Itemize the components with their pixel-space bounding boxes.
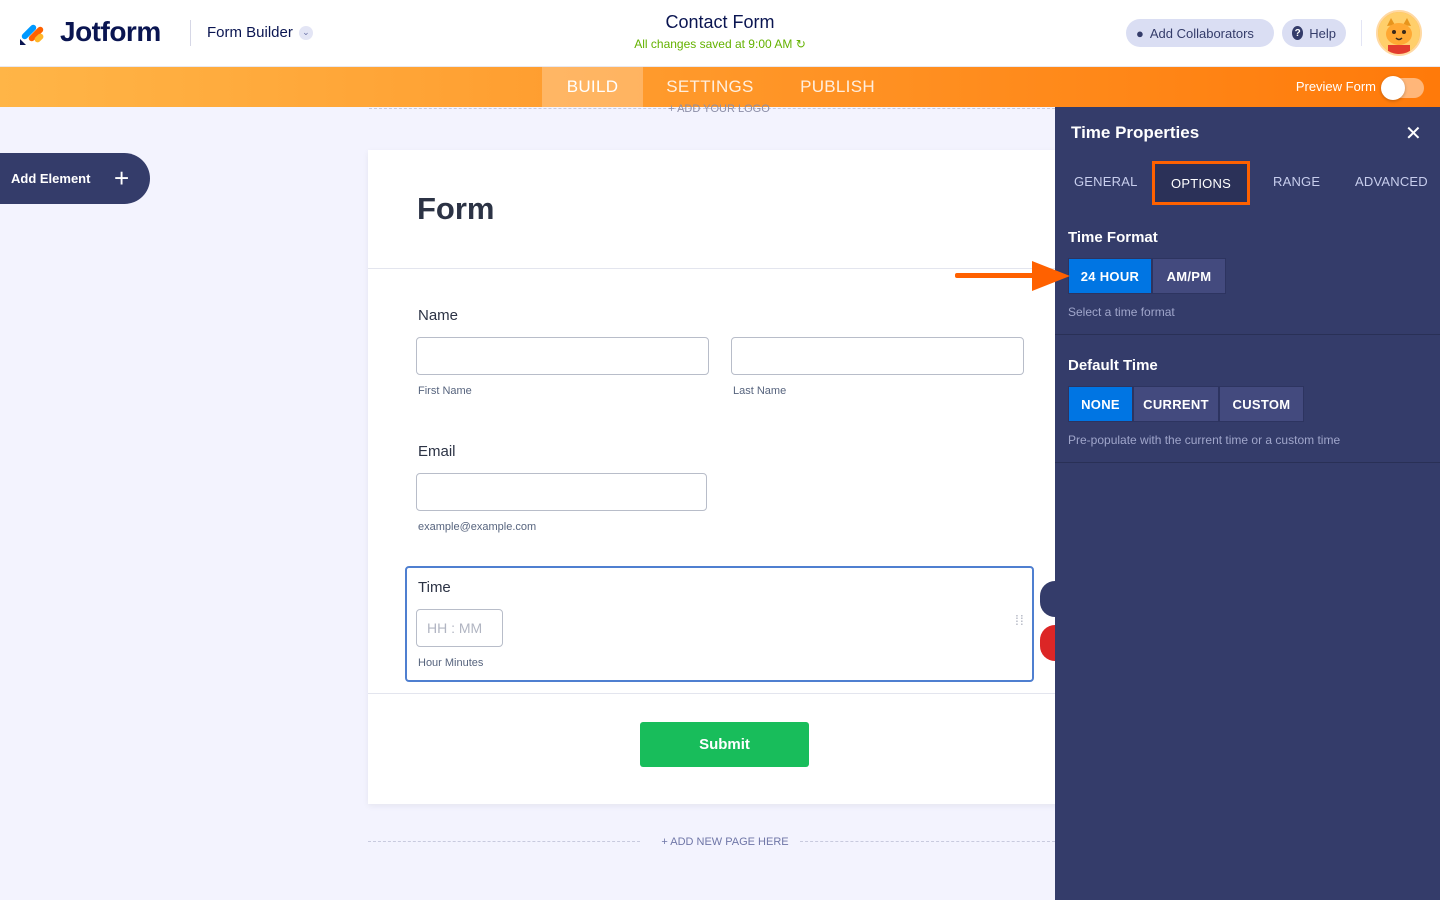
last-name-sublabel: Last Name xyxy=(733,385,787,397)
preview-form-label: Preview Form xyxy=(1295,79,1376,94)
form-builder-label: Form Builder xyxy=(207,24,293,41)
form-builder-dropdown[interactable]: Form Builder ⌄ xyxy=(207,24,313,41)
time-format-title: Time Format xyxy=(1068,229,1158,246)
callout-arrow-shaft xyxy=(955,273,1035,278)
time-format-hint: Select a time format xyxy=(1068,305,1175,319)
time-input[interactable] xyxy=(416,609,503,647)
heading-divider xyxy=(368,268,1055,269)
time-format-am-pm[interactable]: AM/PM xyxy=(1152,258,1226,294)
time-sublabel: Hour Minutes xyxy=(418,657,484,669)
header-divider-right xyxy=(1361,20,1362,46)
tab-range[interactable]: RANGE xyxy=(1273,174,1320,189)
submit-button[interactable]: Submit xyxy=(640,722,809,767)
email-sublabel: example@example.com xyxy=(418,521,537,533)
top-header: Jotform Form Builder ⌄ Contact Form All … xyxy=(0,0,1440,67)
email-label[interactable]: Email xyxy=(418,443,456,460)
default-time-title: Default Time xyxy=(1068,357,1158,374)
add-element-button[interactable]: Add Element + xyxy=(0,153,150,204)
refresh-icon: ↻ xyxy=(795,37,806,51)
main-navbar: BUILD SETTINGS PUBLISH Preview Form xyxy=(0,67,1440,107)
help-label: Help xyxy=(1309,25,1336,41)
name-label[interactable]: Name xyxy=(418,307,458,324)
time-label[interactable]: Time xyxy=(418,579,451,596)
submit-divider xyxy=(368,693,1055,694)
question-icon: ? xyxy=(1292,26,1304,40)
header-divider xyxy=(190,20,191,46)
tab-publish[interactable]: PUBLISH xyxy=(785,67,890,107)
save-status: All changes saved at 9:00 AM ↻ xyxy=(520,37,920,51)
help-button[interactable]: ? Help xyxy=(1282,19,1346,47)
form-heading[interactable]: Form xyxy=(417,191,495,227)
add-collaborators-label: Add Collaborators xyxy=(1149,25,1254,41)
preview-toggle-knob[interactable] xyxy=(1381,76,1405,100)
jotform-logo-icon xyxy=(20,24,44,45)
add-element-label: Add Element xyxy=(11,171,91,186)
default-time-current[interactable]: CURRENT xyxy=(1133,386,1219,422)
logo-text: Jotform xyxy=(60,16,161,47)
last-name-input[interactable] xyxy=(731,337,1024,375)
cat-avatar-icon xyxy=(1378,12,1420,54)
tab-general[interactable]: GENERAL xyxy=(1074,174,1138,189)
time-format-24-hour[interactable]: 24 HOUR xyxy=(1068,258,1152,294)
tab-settings[interactable]: SETTINGS xyxy=(650,67,770,107)
tab-options[interactable]: OPTIONS xyxy=(1152,161,1250,205)
close-icon[interactable]: ✕ xyxy=(1405,121,1422,146)
drag-handle-icon[interactable]: ⁞⁞ xyxy=(1015,613,1025,627)
add-new-page-link[interactable]: + ADD NEW PAGE HERE xyxy=(368,836,1082,848)
add-logo-link[interactable]: + ADD YOUR LOGO xyxy=(369,103,1069,115)
first-name-sublabel: First Name xyxy=(418,385,472,397)
tab-build[interactable]: BUILD xyxy=(542,67,643,107)
first-name-input[interactable] xyxy=(416,337,709,375)
add-collaborators-button[interactable]: ● Add Collaborators xyxy=(1126,19,1274,47)
chevron-down-icon: ⌄ xyxy=(298,25,313,40)
save-status-text: All changes saved at 9:00 AM xyxy=(634,37,793,51)
avatar[interactable] xyxy=(1376,10,1422,56)
form-title[interactable]: Contact Form xyxy=(520,12,920,33)
email-field[interactable] xyxy=(416,473,707,511)
user-icon: ● xyxy=(1136,25,1144,41)
form-title-block: Contact Form All changes saved at 9:00 A… xyxy=(520,12,920,51)
default-time-hint: Pre-populate with the current time or a … xyxy=(1068,433,1341,447)
default-time-none[interactable]: NONE xyxy=(1068,386,1133,422)
tab-advanced[interactable]: ADVANCED xyxy=(1355,174,1428,189)
default-time-custom[interactable]: CUSTOM xyxy=(1219,386,1304,422)
callout-arrow-icon xyxy=(1032,261,1070,291)
plus-icon: + xyxy=(114,163,130,193)
panel-title: Time Properties xyxy=(1071,123,1200,142)
jotform-logo[interactable]: Jotform xyxy=(18,16,161,48)
